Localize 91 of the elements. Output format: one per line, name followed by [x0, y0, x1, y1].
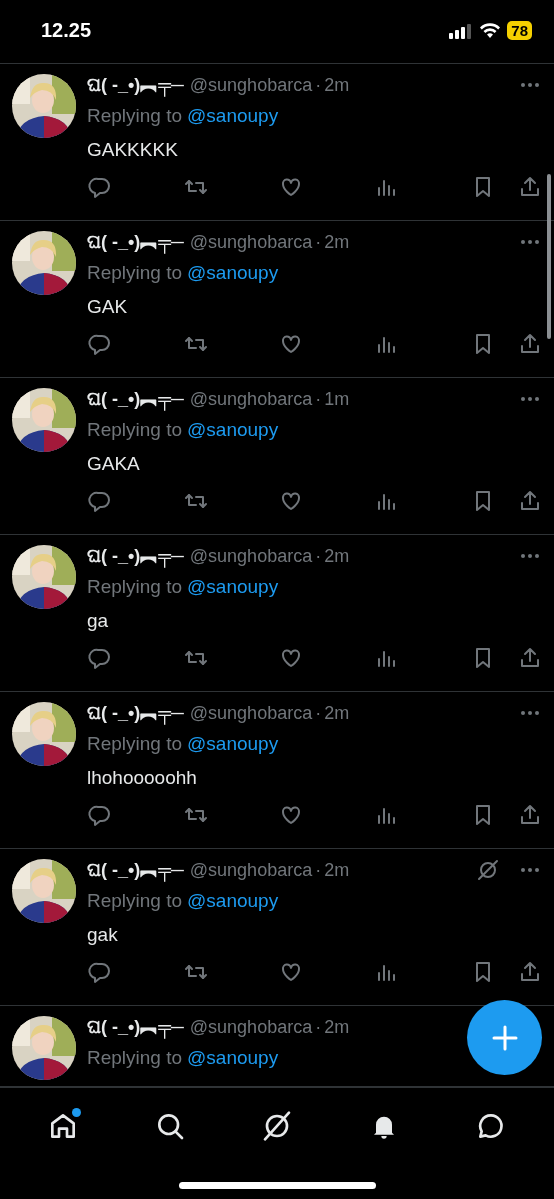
- tweet-text: GAK: [87, 296, 129, 318]
- separator-dot: ·: [315, 545, 322, 567]
- mention-link[interactable]: @sanoupy: [187, 262, 279, 284]
- display-name: ଘ( -_•)︻╤─: [87, 545, 184, 568]
- tweet[interactable]: ଘ( -_•)︻╤─ @sunghobarca · 2m Replying to @sanoupy lhohooooohh: [0, 692, 554, 849]
- share-icon: [518, 489, 542, 513]
- tweet-text: ga: [87, 610, 110, 632]
- user-handle: @sunghobarca: [189, 388, 313, 410]
- display-name: ଘ( -_•)︻╤─: [87, 702, 184, 725]
- tweet-text: lhohooooohh: [87, 767, 198, 789]
- more-icon[interactable]: [520, 553, 540, 559]
- wifi-icon: [479, 22, 502, 39]
- tweet-time: 2m: [324, 859, 350, 881]
- tweet[interactable]: ଘ( -_•)︻╤─ @sunghobarca · 2m Replying to @sanoupy ga: [0, 535, 554, 692]
- replying-label: Replying to: [87, 890, 183, 912]
- display-name: ଘ( -_•)︻╤─: [87, 859, 184, 882]
- tweet[interactable]: ଘ( -_•)︻╤─ @sunghobarca · 1m Replying to @sanoupy GAKA: [0, 378, 554, 535]
- tweet-text: GAKA: [87, 453, 141, 475]
- separator-dot: ·: [315, 859, 322, 881]
- tweet-time: 2m: [324, 74, 350, 96]
- share-button[interactable]: [518, 175, 542, 199]
- share-button[interactable]: [518, 332, 542, 356]
- tweet-text: gak: [87, 924, 119, 946]
- tweet[interactable]: ଘ( -_•)︻╤─ @sunghobarca · 2m Replying to @sanoupy GAK: [0, 221, 554, 378]
- share-icon: [518, 646, 542, 670]
- share-button[interactable]: [518, 646, 542, 670]
- display-name: ଘ( -_•)︻╤─: [87, 74, 184, 97]
- display-name: ଘ( -_•)︻╤─: [87, 388, 184, 411]
- tweet[interactable]: ଘ( -_•)︻╤─ @sunghobarca · 2m Replying to @sanoupy GAKKKKK: [0, 64, 554, 221]
- heart-icon: [279, 332, 303, 356]
- status-time: 12.25: [41, 19, 92, 42]
- reply-icon: [87, 332, 111, 356]
- reply-icon: [87, 489, 111, 513]
- reply-icon: [87, 175, 111, 199]
- more-icon[interactable]: [520, 239, 540, 245]
- more-icon[interactable]: [520, 710, 540, 716]
- separator-dot: ·: [315, 74, 322, 96]
- separator-dot: ·: [315, 231, 322, 253]
- replying-label: Replying to: [87, 419, 183, 441]
- user-handle: @sunghobarca: [189, 545, 313, 567]
- mention-link[interactable]: @sanoupy: [187, 419, 279, 441]
- battery-level: 78: [507, 21, 532, 40]
- mention-link[interactable]: @sanoupy: [187, 1047, 279, 1069]
- share-icon: [518, 332, 542, 356]
- tweet-time: 2m: [324, 702, 350, 724]
- display-name: ଘ( -_•)︻╤─: [87, 1016, 184, 1039]
- user-handle: @sunghobarca: [189, 702, 313, 724]
- slashed-circle-icon[interactable]: [476, 858, 500, 882]
- heart-icon: [279, 175, 303, 199]
- tweet-time: 2m: [324, 231, 350, 253]
- more-icon[interactable]: [520, 396, 540, 402]
- user-handle: @sunghobarca: [189, 231, 313, 253]
- display-name: ଘ( -_•)︻╤─: [87, 231, 184, 254]
- replying-label: Replying to: [87, 105, 183, 127]
- tweet-time: 2m: [324, 545, 350, 567]
- share-button[interactable]: [518, 803, 542, 827]
- reply-icon: [87, 960, 111, 984]
- separator-dot: ·: [315, 1016, 322, 1038]
- share-icon: [518, 803, 542, 827]
- share-icon: [518, 175, 542, 199]
- share-button[interactable]: [518, 489, 542, 513]
- more-icon[interactable]: [520, 82, 540, 88]
- tweet-text: GAKKKKK: [87, 139, 179, 161]
- tweet[interactable]: ଘ( -_•)︻╤─ @sunghobarca · 2m Replying to @sanoupy gak: [0, 849, 554, 1006]
- heart-icon: [279, 960, 303, 984]
- user-handle: @sunghobarca: [189, 74, 313, 96]
- replying-label: Replying to: [87, 576, 183, 598]
- tweet-time: 1m: [324, 388, 350, 410]
- mention-link[interactable]: @sanoupy: [187, 576, 279, 598]
- separator-dot: ·: [315, 702, 322, 724]
- user-handle: @sunghobarca: [189, 859, 313, 881]
- share-button[interactable]: [518, 960, 542, 984]
- replying-label: Replying to: [87, 1047, 183, 1069]
- mention-link[interactable]: @sanoupy: [187, 733, 279, 755]
- mention-link[interactable]: @sanoupy: [187, 105, 279, 127]
- share-icon: [518, 960, 542, 984]
- more-icon[interactable]: [520, 867, 540, 873]
- slashed-circle-icon: [261, 1110, 293, 1142]
- reply-icon: [87, 803, 111, 827]
- replying-label: Replying to: [87, 733, 183, 755]
- signal-icon: [449, 22, 474, 39]
- user-handle: @sunghobarca: [189, 1016, 313, 1038]
- reply-icon: [87, 646, 111, 670]
- heart-icon: [279, 646, 303, 670]
- mention-link[interactable]: @sanoupy: [187, 890, 279, 912]
- replying-label: Replying to: [87, 262, 183, 284]
- tweet-time: 2m: [324, 1016, 350, 1038]
- plus-icon: [491, 1024, 518, 1051]
- separator-dot: ·: [315, 388, 322, 410]
- heart-icon: [279, 803, 303, 827]
- heart-icon: [279, 489, 303, 513]
